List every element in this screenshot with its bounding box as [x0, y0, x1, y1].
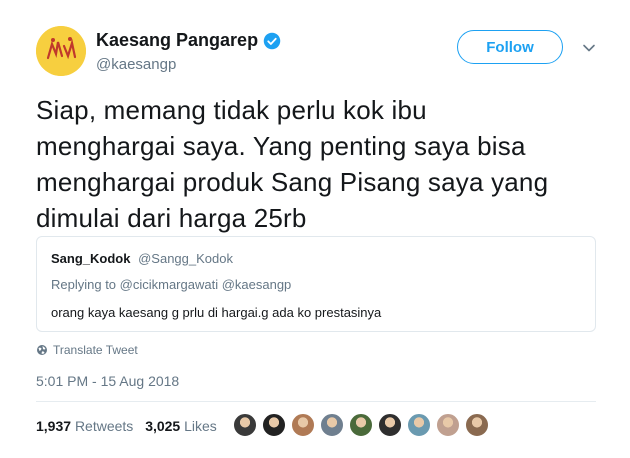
tweet-timestamp[interactable]: 5:01 PM - 15 Aug 2018 [36, 373, 179, 389]
follow-button[interactable]: Follow [457, 30, 563, 64]
tweet-line: Siap, memang tidak perlu kok ibu [36, 95, 427, 125]
verified-badge-icon [263, 32, 281, 50]
quoted-replying-to: Replying to @cicikmargawati @kaesangp [51, 277, 292, 292]
likes-label: Likes [184, 418, 217, 434]
quoted-text: orang kaya kaesang g prlu di hargai.g ad… [51, 305, 382, 320]
author-handle[interactable]: @kaesangp [96, 56, 176, 73]
author-avatar[interactable] [36, 26, 86, 76]
tweet-line: dimulai dari harga 25rb [36, 203, 307, 233]
liker-avatar[interactable] [407, 413, 431, 437]
tweet-text: Siap, memang tidak perlu kok ibu menghar… [36, 92, 606, 236]
liker-avatar[interactable] [378, 413, 402, 437]
chevron-down-icon[interactable] [581, 40, 597, 56]
divider [36, 401, 596, 402]
retweets-stat[interactable]: 1,937 Retweets [36, 418, 137, 434]
author-display-name[interactable]: Kaesang Pangarep [96, 30, 258, 51]
translate-label[interactable]: Translate Tweet [53, 343, 138, 357]
tweet-header: Kaesang Pangarep @kaesangp Follow [36, 26, 606, 82]
liker-avatar[interactable] [291, 413, 315, 437]
quoted-author-name: Sang_Kodok [51, 251, 131, 266]
liker-avatar[interactable] [233, 413, 257, 437]
retweets-label: Retweets [74, 418, 134, 434]
retweets-count: 1,937 [36, 418, 72, 434]
liker-avatar[interactable] [320, 413, 344, 437]
liker-avatar[interactable] [436, 413, 460, 437]
translate-tweet-link[interactable]: Translate Tweet [36, 343, 138, 357]
tweet-line: menghargai produk Sang Pisang saya yang [36, 167, 549, 197]
liker-avatars [233, 413, 494, 437]
globe-icon [37, 345, 47, 355]
liker-avatar[interactable] [262, 413, 286, 437]
quoted-author: Sang_Kodok @Sangg_Kodok [51, 251, 233, 266]
quoted-author-handle: @Sangg_Kodok [138, 251, 233, 266]
liker-avatar[interactable] [349, 413, 373, 437]
likes-count: 3,025 [145, 418, 181, 434]
likes-stat[interactable]: 3,025 Likes [145, 418, 217, 434]
liker-avatar[interactable] [465, 413, 489, 437]
tweet-line: menghargai saya. Yang penting saya bisa [36, 131, 526, 161]
author-name[interactable]: Kaesang Pangarep [96, 30, 281, 51]
quoted-tweet[interactable]: Sang_Kodok @Sangg_Kodok Replying to @cic… [36, 236, 596, 332]
tweet-stats: 1,937 Retweets 3,025 Likes [36, 418, 217, 434]
